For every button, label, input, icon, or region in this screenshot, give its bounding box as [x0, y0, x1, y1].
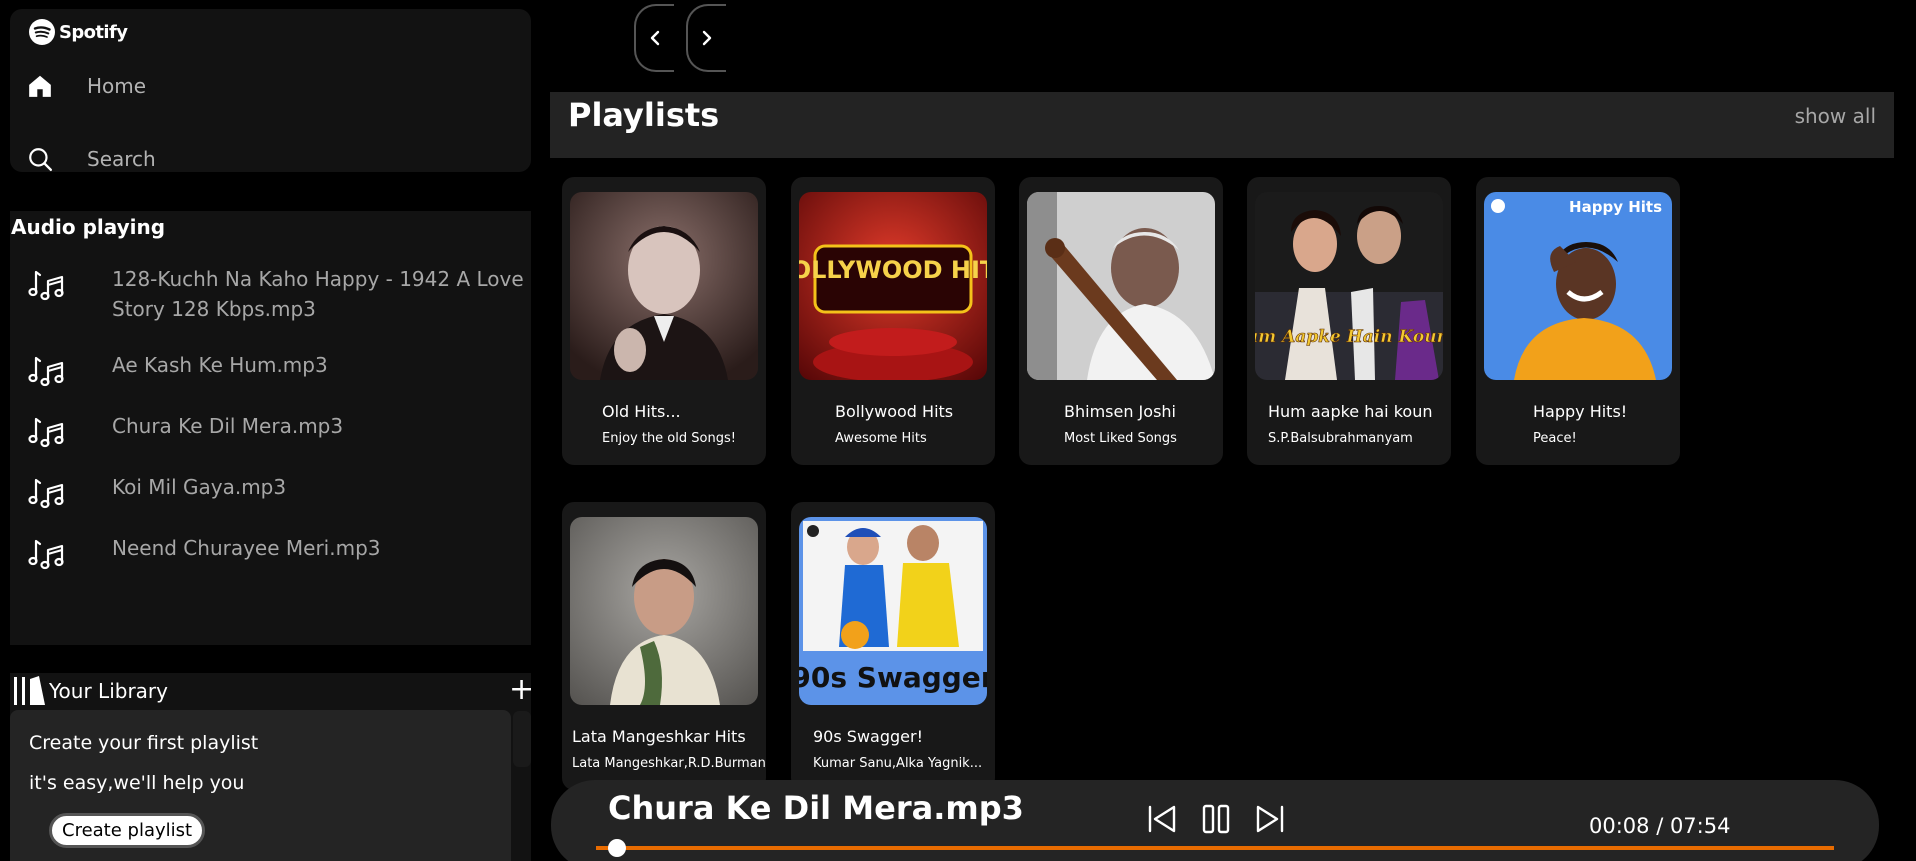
playlist-title: Old Hits...: [602, 402, 681, 421]
movie-poster-image: Hum Aapke Hain Koun..!: [1255, 192, 1443, 380]
playlist-title: Happy Hits!: [1533, 402, 1628, 421]
playlist-title: Bhimsen Joshi: [1064, 402, 1176, 421]
library-icon: [14, 676, 45, 705]
track-name: Neend Churayee Meri.mp3: [112, 536, 381, 560]
playlist-subtitle: Lata Mangeshkar,R.D.Burman: [572, 756, 766, 771]
90s-swagger-artwork: 90s Swagger: [799, 517, 987, 705]
bollywood-hits-artwork: BOLLYWOOD HITS: [799, 192, 987, 380]
spotify-icon: [29, 19, 55, 45]
chevron-right-icon: [702, 30, 712, 46]
playlist-subtitle: S.P.Balsubrahmanyam: [1268, 431, 1413, 446]
track-item[interactable]: Chura Ke Dil Mera.mp3: [10, 411, 531, 451]
library-scrollbar[interactable]: [513, 711, 531, 767]
playlist-cover: [1027, 192, 1215, 380]
playlist-subtitle: Awesome Hits: [835, 431, 927, 446]
seek-bar[interactable]: [596, 839, 1834, 857]
playlist-cover: [570, 192, 758, 380]
home-icon: [26, 72, 54, 100]
audio-playing-panel: Audio playing 128-Kuchh Na Kaho Happy - …: [10, 211, 531, 645]
add-playlist-button[interactable]: +: [509, 674, 534, 708]
playlist-card[interactable]: Happy Hits Happy Hits! Peace!: [1476, 177, 1680, 465]
playlists-header: Playlists show all: [550, 92, 1894, 158]
playlist-card[interactable]: 90s Swagger 90s Swagger! Kumar Sanu,Alka…: [791, 502, 995, 790]
nav-search-label: Search: [87, 147, 156, 171]
pause-icon[interactable]: [1198, 801, 1234, 837]
track-item[interactable]: Koi Mil Gaya.mp3: [10, 472, 531, 512]
cover-text: 90s Swagger: [799, 661, 987, 694]
track-item[interactable]: Ae Kash Ke Hum.mp3: [10, 350, 531, 390]
playlist-card[interactable]: Hum Aapke Hain Koun..! Hum aapke hai kou…: [1247, 177, 1451, 465]
audio-playing-title: Audio playing: [11, 215, 166, 239]
track-item[interactable]: Neend Churayee Meri.mp3: [10, 533, 531, 573]
player-bar: Chura Ke Dil Mera.mp3 00:08 / 07:54: [551, 780, 1879, 861]
playlist-subtitle: Most Liked Songs: [1064, 431, 1177, 446]
playlist-cover: Happy Hits: [1484, 192, 1672, 380]
track-name: Koi Mil Gaya.mp3: [112, 475, 287, 499]
playlist-cover: [570, 517, 758, 705]
show-all-link[interactable]: show all: [1795, 104, 1876, 128]
playlist-card[interactable]: BOLLYWOOD HITS Bollywood Hits Awesome Hi…: [791, 177, 995, 465]
nav-home[interactable]: Home: [26, 72, 146, 100]
playlists-title: Playlists: [568, 96, 720, 134]
music-notes-icon: [28, 539, 64, 570]
playlist-title: Bollywood Hits: [835, 402, 954, 421]
spotify-logo[interactable]: Spotify: [28, 18, 128, 46]
playlist-cover: Hum Aapke Hain Koun..!: [1255, 192, 1443, 380]
library-title: Your Library: [49, 679, 168, 703]
playlist-subtitle: Kumar Sanu,Alka Yagnik...: [813, 756, 983, 771]
portrait-image: [570, 517, 758, 705]
track-name: 128-Kuchh Na Kaho Happy - 1942 A Love St…: [112, 267, 524, 321]
playlist-card[interactable]: Bhimsen Joshi Most Liked Songs: [1019, 177, 1223, 465]
playlist-title: Hum aapke hai koun: [1268, 402, 1433, 421]
playlist-card[interactable]: Lata Mangeshkar Hits Lata Mangeshkar,R.D…: [562, 502, 766, 790]
chevron-left-icon: [650, 30, 660, 46]
happy-hits-artwork: Happy Hits: [1484, 192, 1672, 380]
music-notes-icon: [28, 478, 64, 509]
music-notes-icon: [28, 417, 64, 448]
cover-text: Hum Aapke Hain Koun..!: [1255, 327, 1443, 347]
search-icon: [26, 145, 54, 173]
cover-text: BOLLYWOOD HITS: [799, 256, 987, 284]
nav-home-label: Home: [87, 74, 147, 98]
previous-icon[interactable]: [1144, 801, 1180, 837]
playlist-subtitle: Enjoy the old Songs!: [602, 431, 736, 446]
playlist-title: 90s Swagger!: [813, 727, 923, 746]
portrait-image: [1027, 192, 1215, 380]
playlist-cover: BOLLYWOOD HITS: [799, 192, 987, 380]
playback-time: 00:08 / 07:54: [1589, 814, 1731, 838]
create-playlist-heading: Create your first playlist: [29, 732, 259, 754]
create-playlist-subtext: it's easy,we'll help you: [29, 772, 245, 794]
cover-text: Happy Hits: [1569, 198, 1662, 216]
seek-handle[interactable]: [608, 839, 627, 857]
playlist-cover: 90s Swagger: [799, 517, 987, 705]
music-notes-icon: [28, 270, 64, 301]
track-item[interactable]: 128-Kuchh Na Kaho Happy - 1942 A Love St…: [10, 264, 531, 324]
nav-search[interactable]: Search: [26, 145, 156, 173]
library-panel: Your Library + Create your first playlis…: [10, 673, 534, 861]
library-header[interactable]: Your Library +: [12, 674, 534, 708]
forward-button[interactable]: [686, 4, 726, 72]
track-name: Ae Kash Ke Hum.mp3: [112, 353, 328, 377]
create-playlist-card: Create your first playlist it's easy,we'…: [10, 710, 511, 861]
now-playing-title: Chura Ke Dil Mera.mp3: [608, 789, 1024, 827]
playlist-subtitle: Peace!: [1533, 431, 1577, 446]
portrait-image: [570, 192, 758, 380]
playlist-title: Lata Mangeshkar Hits: [572, 727, 746, 746]
next-icon[interactable]: [1252, 801, 1288, 837]
brand-name: Spotify: [59, 21, 128, 43]
music-notes-icon: [28, 356, 64, 387]
back-button[interactable]: [634, 4, 674, 72]
nav-panel: Spotify Home Search: [10, 9, 531, 172]
playlist-card[interactable]: Old Hits... Enjoy the old Songs!: [562, 177, 766, 465]
track-name: Chura Ke Dil Mera.mp3: [112, 414, 344, 438]
create-playlist-button[interactable]: Create playlist: [49, 813, 206, 848]
